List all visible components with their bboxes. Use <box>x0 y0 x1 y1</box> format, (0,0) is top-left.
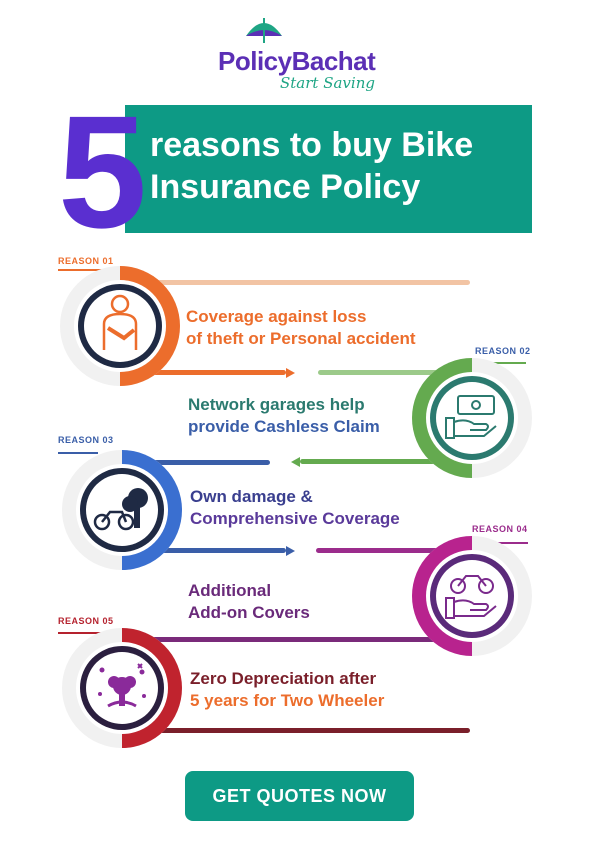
bike-in-hand-icon <box>445 575 497 619</box>
reason-03-tag: REASON 03 <box>58 435 114 445</box>
injured-person-icon <box>102 294 138 350</box>
reason-04-line2: Add-on Covers <box>188 603 310 622</box>
cash-in-hand-icon <box>445 395 497 439</box>
umbrella-icon <box>246 18 282 43</box>
zero-depreciation-icon <box>98 663 146 708</box>
reason-01-arrow <box>286 368 295 378</box>
reason-02-line2: provide Cashless Claim <box>188 417 380 436</box>
reason-02-arrow <box>291 457 300 467</box>
reason-05-line1: Zero Depreciation after <box>190 669 377 688</box>
reason-03-line2: Comprehensive Coverage <box>190 509 400 528</box>
reason-05-tag: REASON 05 <box>58 616 114 626</box>
bike-crash-icon <box>93 488 148 531</box>
brand-tagline: Start Saving <box>280 74 375 92</box>
reason-02-tag: REASON 02 <box>475 346 531 356</box>
header-title-line2: Insurance Policy <box>150 168 421 206</box>
reason-01-line2: of theft or Personal accident <box>186 329 416 348</box>
reason-05-bottom-line <box>140 728 470 733</box>
reason-02-badge <box>410 356 534 480</box>
reason-02-line1: Network garages help <box>188 395 365 414</box>
reason-03-arrow <box>286 546 295 556</box>
reason-05-line2: 5 years for Two Wheeler <box>190 691 385 710</box>
reason-04-tag: REASON 04 <box>472 524 528 534</box>
reason-04-text: Additional Add-on Covers <box>188 580 310 624</box>
reason-02-text: Network garages help provide Cashless Cl… <box>188 394 380 438</box>
reason-03-text: Own damage & Comprehensive Coverage <box>190 486 400 530</box>
reason-04-line1: Additional <box>188 581 272 600</box>
header-title-line1: reasons to buy Bike <box>150 126 474 164</box>
reason-04-badge <box>410 534 534 658</box>
brand-name: PolicyBachat <box>218 46 376 76</box>
reason-05-badge <box>60 626 184 750</box>
reason-03-line1: Own damage & <box>190 487 313 506</box>
reason-01-line1: Coverage against loss <box>186 307 367 326</box>
reason-01-top-line <box>138 280 470 285</box>
header-title: reasons to buy Bike Insurance Policy <box>150 124 530 208</box>
get-quotes-button[interactable]: GET QUOTES NOW <box>185 771 414 821</box>
reason-01-badge <box>58 264 182 388</box>
reason-03-badge <box>60 448 184 572</box>
brand-logo: PolicyBachat Start Saving <box>210 16 390 96</box>
reason-05-text: Zero Depreciation after 5 years for Two … <box>190 668 384 712</box>
header-number: 5 <box>58 82 147 261</box>
reason-01-text: Coverage against loss of theft or Person… <box>186 306 416 350</box>
